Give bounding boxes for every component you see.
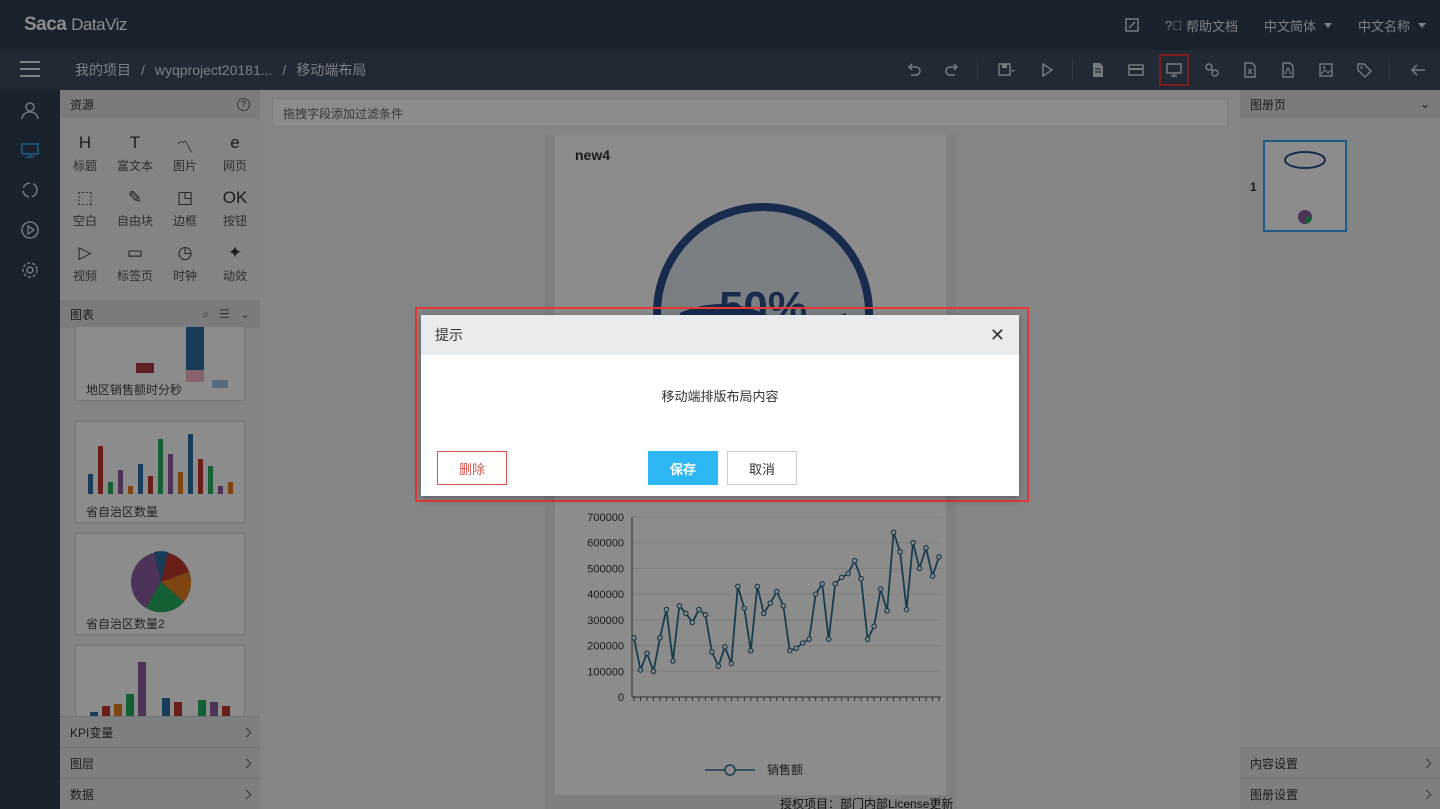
save-button[interactable]: 保存 (648, 451, 718, 485)
close-icon[interactable]: ✕ (990, 325, 1005, 346)
delete-button[interactable]: 删除 (437, 451, 507, 485)
prompt-dialog: 提示 ✕ 移动端排版布局内容 删除 保存 取消 (421, 315, 1019, 496)
dialog-title: 提示 (435, 327, 463, 343)
dialog-message: 移动端排版布局内容 (661, 388, 779, 404)
dialog-header: 提示 ✕ (421, 315, 1019, 355)
cancel-button[interactable]: 取消 (727, 451, 797, 485)
